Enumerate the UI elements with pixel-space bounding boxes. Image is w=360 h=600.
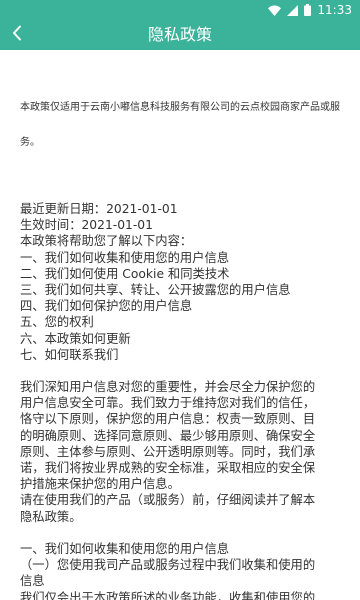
paragraph-line: 用户信息安全可靠。我们致力于维持您对我们的信任， (20, 396, 316, 411)
page-title: 隐私政策 (147, 25, 212, 44)
paragraph-line: 我们深知用户信息对您的重要性，并会尽全力保护您的 (20, 380, 316, 395)
section-heading: 一、我们如何收集和使用您的用户信息 (20, 541, 230, 556)
toc-item: 二、我们如何使用 Cookie 和同类技术 (20, 266, 230, 281)
effective-date: 生效时间：2021-01-01 (20, 218, 153, 233)
paragraph-line: 恪守以下原则，保护您的用户信息：权责一致原则、目 (20, 412, 316, 427)
intro-line: 本政策仅适用于云南小嘟信息科技服务有限公司的云点校园商家产品或服 (20, 102, 340, 113)
status-time: 11:33 (317, 3, 352, 17)
toc-item: 六、本政策如何更新 (20, 331, 131, 346)
paragraph-line: 的明确原则、选择同意原则、最少够用原则、确保安全 (20, 428, 316, 443)
back-button[interactable] (6, 23, 28, 47)
wifi-icon (268, 5, 282, 16)
policy-body: 最近更新日期：2021-01-01 生效时间：2021-01-01 本政策将帮助… (20, 201, 356, 600)
toc-lead: 本政策将帮助您了解以下内容： (20, 234, 193, 249)
toc-item: 七、如何联系我们 (20, 347, 119, 362)
toc-item: 三、我们如何共享、转让、公开披露您的用户信息 (20, 282, 291, 297)
updated-date: 最近更新日期：2021-01-01 (20, 202, 178, 216)
paragraph-line: 诺，我们将按业界成熟的安全标准，采取相应的安全保 (20, 461, 316, 475)
paragraph-line: 隐私政策。 (20, 509, 82, 524)
battery-icon (304, 4, 312, 16)
toc-item: 五、您的权利 (20, 315, 94, 330)
status-bar: 11:33 (0, 0, 360, 20)
subsection-heading: 信息 (20, 574, 45, 589)
toc-item: 四、我们如何保护您的用户信息 (20, 299, 193, 314)
paragraph-line: 护措施来保护您的用户信息。 (20, 477, 180, 492)
status-icons: 11:33 (268, 2, 352, 18)
paragraph-line: 请在使用我们的产品（或服务）前，仔细阅读并了解本 (20, 493, 316, 508)
app-bar: 隐私政策 (0, 20, 360, 50)
intro-paragraph: 本政策仅适用于云南小嘟信息科技服务有限公司的云点校园商家产品或服 务。 (20, 98, 346, 148)
policy-content: 本政策仅适用于云南小嘟信息科技服务有限公司的云点校园商家产品或服 务。 最近更新… (0, 50, 360, 600)
paragraph-line: 原则、主体参与原则、公开透明原则等。同时，我们承 (20, 444, 316, 459)
signal-icon (287, 4, 299, 16)
chevron-left-icon (12, 25, 22, 45)
paragraph-line: 我们仅会出于本政策所述的业务功能，收集和使用您的 (20, 590, 316, 600)
intro-line: 务。 (20, 137, 40, 148)
toc-item: 一、我们如何收集和使用您的用户信息 (20, 250, 230, 265)
subsection-heading: （一）您使用我司产品或服务过程中我们收集和使用的 (20, 558, 316, 573)
